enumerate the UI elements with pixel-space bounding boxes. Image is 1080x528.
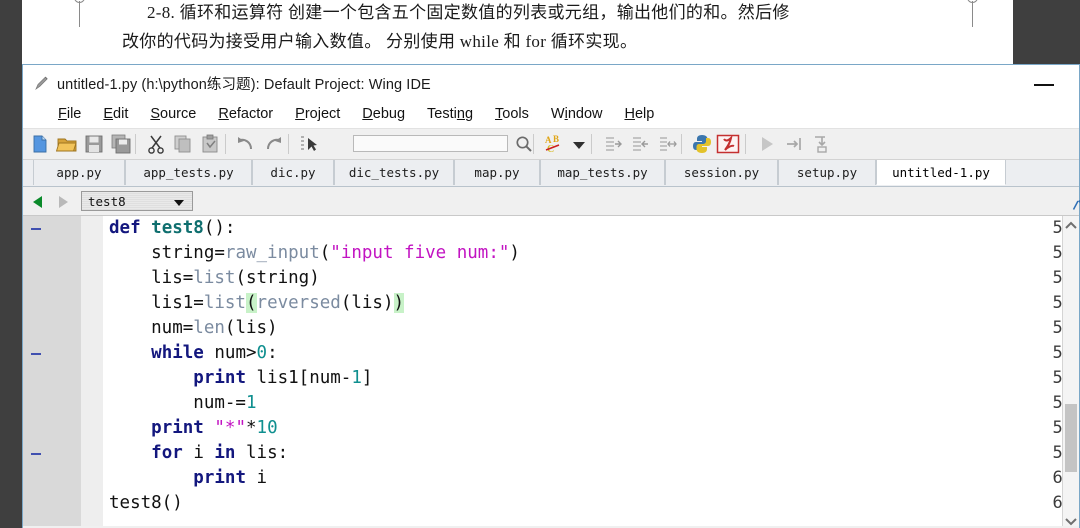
redo-icon[interactable] [262,133,284,155]
document-margin-pin-right-icon [967,0,981,28]
tab-map-py[interactable]: map.py [454,160,540,185]
code-line[interactable]: num-=1 [109,391,256,416]
tab-untitled-1-py[interactable]: untitled-1.py [876,160,1006,185]
line-number-gutter [23,216,81,528]
menu-item-tools[interactable]: Tools [484,102,540,127]
toolbar-separator [135,134,136,154]
menu-item-debug[interactable]: Debug [351,102,416,127]
spellcheck-dropdown-icon[interactable] [568,133,590,155]
open-folder-icon[interactable] [55,133,78,155]
document-margin-pin-left-icon [74,0,88,28]
goto-line-icon[interactable] [298,133,320,155]
minimize-button[interactable] [1021,65,1067,101]
python-shell-icon[interactable] [691,133,713,155]
wing-ide-window: untitled-1.py (h:\python练习题): Default Pr… [22,64,1080,528]
symbol-dropdown-value: test8 [88,194,126,209]
main-toolbar: A B C [23,128,1079,160]
code-line[interactable]: string=raw_input("input five num:") [109,241,520,266]
toolbar-separator [533,134,534,154]
fold-marker[interactable] [31,228,41,230]
window-title: untitled-1.py (h:\python练习题): Default Pr… [57,77,431,93]
editor-vertical-scrollbar[interactable] [1062,216,1079,528]
indent-left-icon[interactable] [630,133,652,155]
paste-icon[interactable] [199,133,221,155]
indent-toggle-icon[interactable] [657,133,679,155]
scroll-up-icon[interactable] [1063,218,1079,234]
search-icon[interactable] [513,133,535,155]
search-input[interactable] [354,138,507,154]
new-file-icon[interactable] [29,133,51,155]
tab-app-tests-py[interactable]: app_tests.py [125,160,252,185]
code-fold-column[interactable] [81,216,103,528]
toolbar-separator [591,134,592,154]
menu-item-help[interactable]: Help [613,102,665,127]
code-line[interactable]: lis1=list(reversed(lis)) [109,291,405,316]
file-tab-bar: app.py app_tests.py dic.py dic_tests.py … [23,160,1079,187]
toolbar-separator [288,134,289,154]
tab-app-py[interactable]: app.py [33,160,125,185]
code-line[interactable]: while num>0: [109,341,277,366]
menu-item-file[interactable]: File [47,102,92,127]
spellcheck-icon[interactable]: A B C [544,133,566,155]
document-text-line-2: 改你的代码为接受用户输入数值。 分别使用 while 和 for 循环实现。 [122,32,638,51]
run-icon[interactable] [756,133,778,155]
fold-marker[interactable] [31,453,41,455]
symbol-dropdown[interactable]: test8 [81,191,193,211]
title-bar: untitled-1.py (h:\python练习题): Default Pr… [23,65,1079,102]
pencil-icon [33,74,51,92]
tab-dic-tests-py[interactable]: dic_tests.py [334,160,454,185]
tab-map-tests-py[interactable]: map_tests.py [540,160,665,185]
debug-probe-icon[interactable] [716,133,740,155]
svg-text:B: B [553,134,559,144]
toolbar-separator [681,134,682,154]
pin-icon[interactable] [1071,192,1080,212]
code-line[interactable]: lis=list(string) [109,266,320,291]
editor-sub-toolbar: test8 [23,187,1080,216]
tab-dic-py[interactable]: dic.py [252,160,334,185]
code-line[interactable]: num=len(lis) [109,316,277,341]
menu-item-refactor[interactable]: Refactor [207,102,284,127]
code-line[interactable]: for i in lis: [109,441,288,466]
step-into-icon[interactable] [810,133,832,155]
document-text-line-1: 2-8. 循环和运算符 创建一个包含五个固定数值的列表或元组，输出他们的和。然后… [147,3,790,22]
menu-bar: File Edit Source Refactor Project Debug Testin… [23,102,1079,128]
tab-session-py[interactable]: session.py [665,160,778,185]
tab-setup-py[interactable]: setup.py [778,160,876,185]
toolbar-separator [745,134,746,154]
save-all-icon[interactable] [110,133,132,155]
code-line[interactable]: print i [109,466,267,491]
code-line[interactable]: test8() [109,491,183,516]
menu-item-window[interactable]: Window [540,102,614,127]
chevron-down-icon [174,200,184,206]
fold-marker[interactable] [31,353,41,355]
code-editor[interactable]: 50 51 52 53 54 55 56 57 58 59 60 61 def … [23,216,1079,528]
step-over-icon[interactable] [783,133,805,155]
copy-icon[interactable] [172,133,194,155]
toolbar-separator [225,134,226,154]
code-line[interactable]: def test8(): [109,216,235,241]
code-line[interactable]: print lis1[num-1] [109,366,372,391]
toolbar-search-field[interactable] [353,135,508,154]
menu-item-source[interactable]: Source [139,102,207,127]
code-line[interactable]: print "*"*10 [109,416,277,441]
menu-item-testing[interactable]: Testing [416,102,484,127]
cut-icon[interactable] [145,133,167,155]
menu-item-project[interactable]: Project [284,102,351,127]
word-document-page: 2-8. 循环和运算符 创建一个包含五个固定数值的列表或元组，输出他们的和。然后… [22,0,1013,70]
nav-forward-icon[interactable] [59,196,68,208]
save-icon[interactable] [83,133,105,155]
menu-item-edit[interactable]: Edit [92,102,139,127]
undo-icon[interactable] [235,133,257,155]
scrollbar-thumb[interactable] [1065,404,1077,472]
indent-right-icon[interactable] [603,133,625,155]
nav-back-icon[interactable] [33,196,42,208]
